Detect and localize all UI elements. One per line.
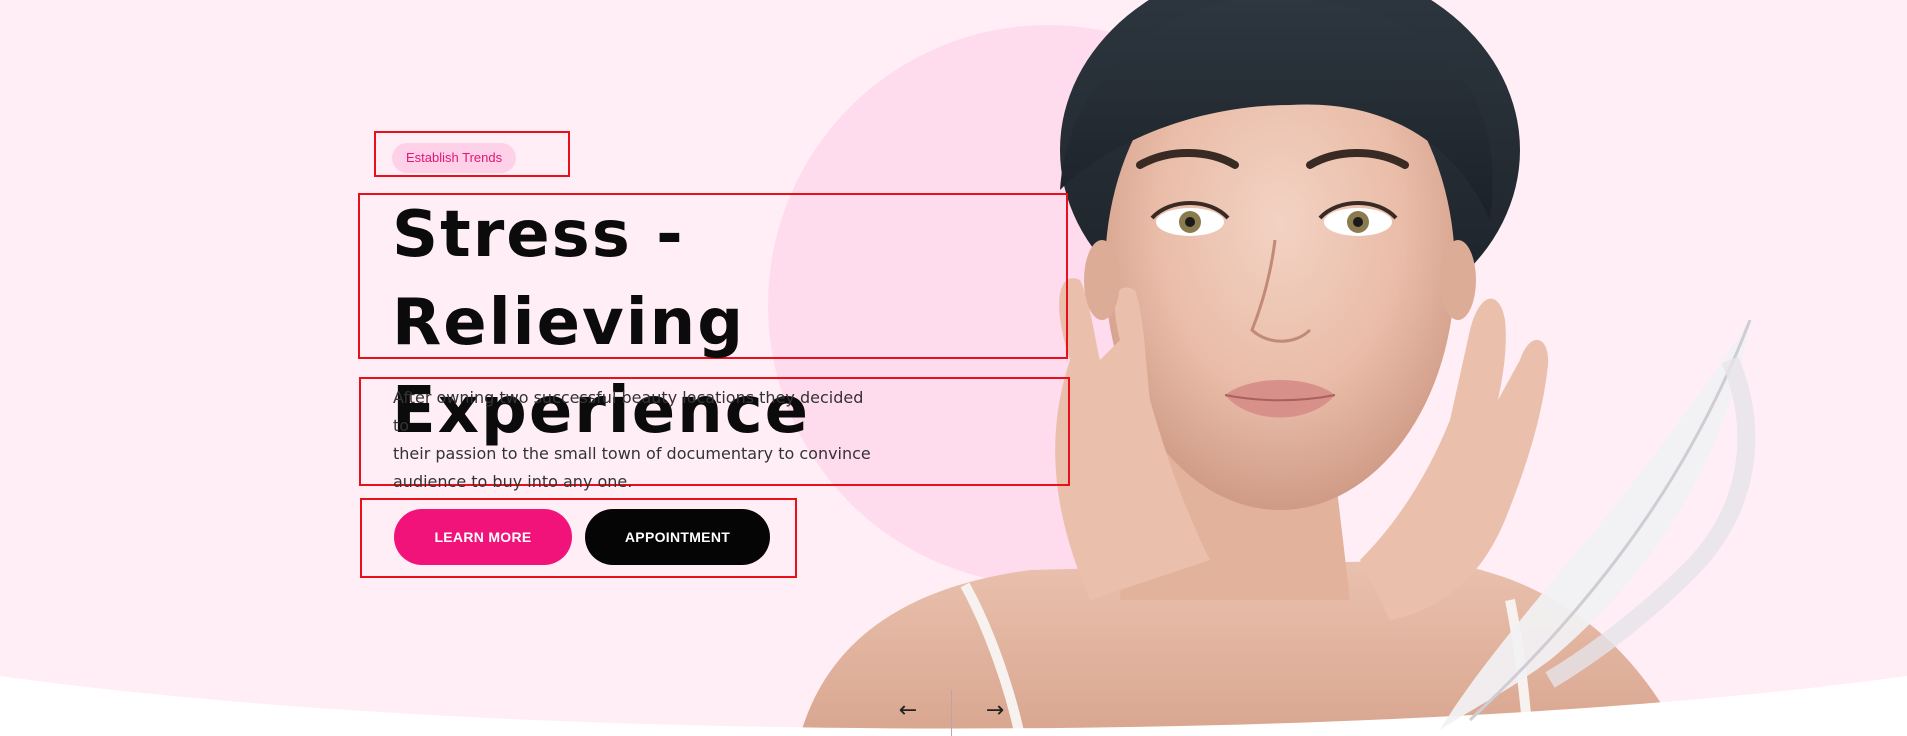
arrow-divider: [951, 690, 952, 736]
slider-navigation: ← →: [880, 690, 1020, 736]
description-line-2: their passion to the small town of docum…: [393, 444, 871, 463]
hero-section: Establish Trends Stress - Relieving Expe…: [0, 0, 1907, 736]
description-line-1: After owning two successful beauty locat…: [393, 388, 864, 435]
arrow-right-icon[interactable]: →: [980, 696, 1010, 726]
feather-image: [1440, 320, 1756, 730]
tag-badge: Establish Trends: [392, 143, 517, 173]
appointment-button[interactable]: APPOINTMENT: [585, 509, 770, 565]
description-line-3: audience to buy into any one.: [393, 472, 633, 491]
learn-more-button[interactable]: LEARN MORE: [394, 509, 572, 565]
title-line-1: Stress - Relieving: [392, 198, 745, 360]
hero-description: After owning two successful beauty locat…: [393, 384, 873, 496]
arrow-left-icon[interactable]: ←: [893, 696, 923, 726]
